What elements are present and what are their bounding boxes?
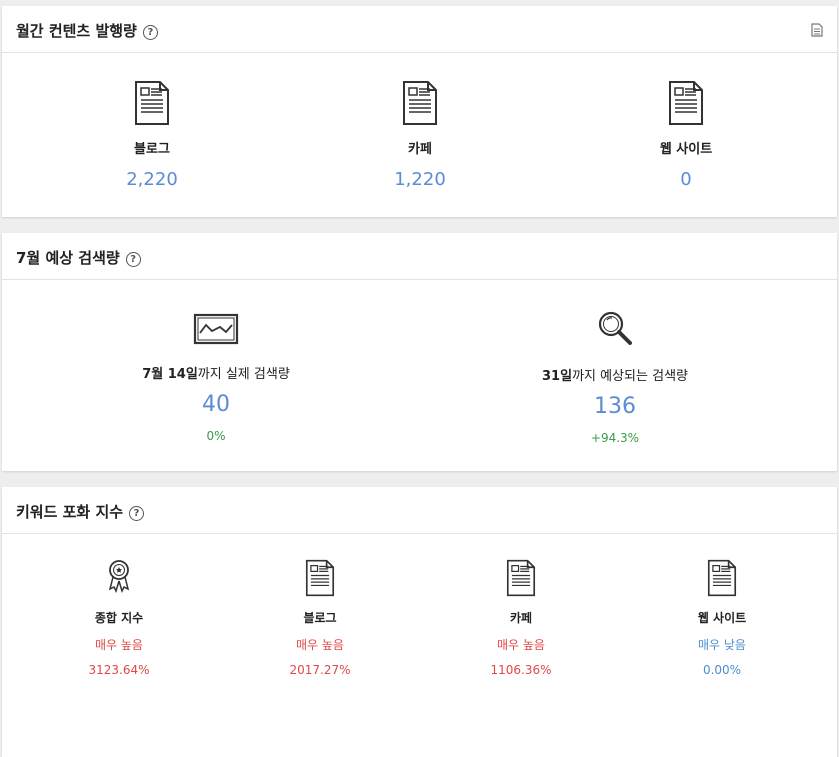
- saturation-total: 종합 지수 매우 높음 3123.64%: [59, 559, 179, 677]
- forecast-actual-label: 7월 14일까지 실제 검색량: [142, 367, 290, 382]
- document-icon: [707, 559, 737, 597]
- saturation-card: 키워드 포화 지수? 종합 지수 매우 높음 3123.64% 블로그 매우 높…: [2, 487, 837, 757]
- award-ribbon-icon: [108, 560, 130, 594]
- magnifier-icon: [598, 311, 632, 345]
- help-icon[interactable]: ?: [129, 506, 145, 521]
- saturation-website-value: 0.00%: [702, 663, 742, 677]
- line-chart-icon: [193, 313, 239, 345]
- report-icon[interactable]: [811, 22, 823, 41]
- saturation-blog-level: 매우 높음: [296, 638, 344, 652]
- saturation-cafe-value: 1106.36%: [490, 663, 552, 677]
- forecast-title: 7월 예상 검색량?: [16, 247, 141, 268]
- forecast-expected-change: +94.3%: [590, 431, 640, 445]
- monthly-cafe-value: 1,220: [394, 169, 446, 190]
- monthly-blog-value: 2,220: [126, 169, 178, 190]
- forecast-expected-label: 31일까지 예상되는 검색량: [542, 369, 688, 384]
- saturation-website-level: 매우 낮음: [698, 638, 746, 652]
- help-icon[interactable]: ?: [125, 252, 141, 267]
- monthly-blog: 블로그 2,220: [92, 80, 212, 190]
- saturation-blog-label: 블로그: [303, 611, 337, 625]
- saturation-blog-value: 2017.27%: [289, 663, 351, 677]
- monthly-content-card: 월간 컨텐츠 발행량? 블로그 2,220 카페 1,220 웹 사이트 0: [2, 6, 837, 217]
- forecast-header: 7월 예상 검색량?: [2, 233, 837, 280]
- saturation-total-value: 3123.64%: [88, 663, 150, 677]
- monthly-cafe: 카페 1,220: [360, 80, 480, 190]
- saturation-cafe-label: 카페: [509, 611, 533, 625]
- saturation-total-label: 종합 지수: [94, 611, 144, 625]
- forecast-card: 7월 예상 검색량? 7월 14일까지 실제 검색량 40 0% 31일까지 예…: [2, 233, 837, 471]
- saturation-website: 웹 사이트 매우 낮음 0.00%: [662, 559, 782, 677]
- monthly-website: 웹 사이트 0: [626, 80, 746, 190]
- document-icon: [403, 81, 437, 125]
- monthly-content-header: 월간 컨텐츠 발행량?: [2, 6, 837, 53]
- monthly-content-title: 월간 컨텐츠 발행량?: [16, 20, 158, 41]
- monthly-cafe-label: 카페: [408, 142, 432, 157]
- saturation-total-level: 매우 높음: [95, 638, 143, 652]
- monthly-website-value: 0: [680, 169, 692, 190]
- monthly-blog-label: 블로그: [134, 142, 170, 157]
- saturation-cafe-level: 매우 높음: [497, 638, 545, 652]
- saturation-website-label: 웹 사이트: [697, 611, 747, 625]
- help-icon[interactable]: ?: [142, 25, 158, 40]
- monthly-website-label: 웹 사이트: [659, 142, 713, 157]
- document-icon: [305, 559, 335, 597]
- document-icon: [669, 81, 703, 125]
- document-icon: [506, 559, 536, 597]
- forecast-expected: 31일까지 예상되는 검색량 136 +94.3%: [505, 309, 725, 445]
- forecast-actual: 7월 14일까지 실제 검색량 40 0%: [116, 313, 316, 443]
- document-icon: [135, 81, 169, 125]
- saturation-header: 키워드 포화 지수?: [2, 487, 837, 534]
- forecast-expected-value: 136: [594, 394, 636, 419]
- saturation-blog: 블로그 매우 높음 2017.27%: [260, 559, 380, 677]
- forecast-actual-value: 40: [202, 392, 230, 417]
- forecast-actual-change: 0%: [206, 429, 226, 443]
- saturation-title: 키워드 포화 지수?: [16, 501, 145, 522]
- saturation-cafe: 카페 매우 높음 1106.36%: [461, 559, 581, 677]
